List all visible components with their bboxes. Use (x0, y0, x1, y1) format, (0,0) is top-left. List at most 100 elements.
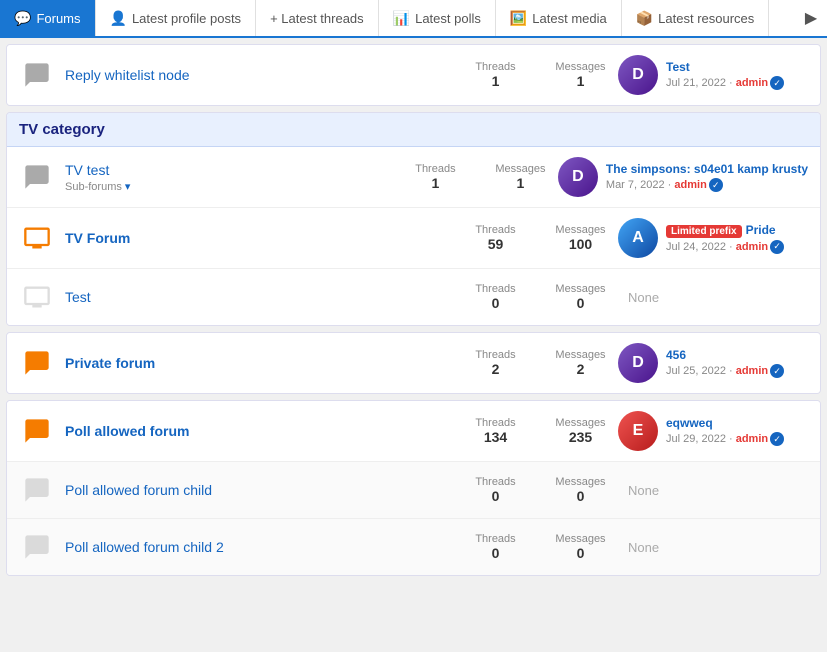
forum-latest-poll-child-2: None (608, 540, 808, 555)
media-icon: 🖼️ (510, 10, 527, 27)
latest-thread-title[interactable]: Test (666, 60, 808, 74)
messages-label: Messages (553, 476, 608, 488)
nav-latest-media-label: Latest media (532, 11, 606, 26)
forum-icon-poll (19, 413, 55, 449)
forum-title-poll-child[interactable]: Poll allowed forum child (65, 482, 458, 498)
forum-title-private[interactable]: Private forum (65, 355, 458, 371)
stat-threads-tv-forum: Threads 59 (468, 224, 523, 252)
forum-title-poll-child-2[interactable]: Poll allowed forum child 2 (65, 539, 458, 555)
forum-block-tv-category: TV category TV test Sub-forums ▾ Threads… (6, 112, 821, 326)
latest-meta: Jul 29, 2022 · admin✓ (666, 432, 808, 446)
forum-block-poll: Poll allowed forum Threads 134 Messages … (6, 400, 821, 576)
forum-block-reply-whitelist: Reply whitelist node Threads 1 Messages … (6, 44, 821, 106)
stat-threads-tv-test: Threads 1 (408, 163, 463, 191)
forum-info-tv-forum: TV Forum (55, 230, 468, 246)
latest-author[interactable]: admin (736, 77, 768, 89)
latest-thread-title[interactable]: eqwweq (666, 416, 808, 430)
forum-title[interactable]: Reply whitelist node (65, 67, 458, 83)
verified-badge: ✓ (709, 178, 723, 192)
verified-badge: ✓ (770, 364, 784, 378)
nav-forums[interactable]: 💬 Forums (0, 0, 96, 36)
latest-author[interactable]: admin (736, 365, 768, 377)
threads-value: 59 (468, 236, 523, 252)
forum-row-tv-test: TV test Sub-forums ▾ Threads 1 Messages … (7, 147, 820, 208)
latest-meta: Jul 24, 2022 · admin✓ (666, 240, 808, 254)
threads-value: 1 (408, 175, 463, 191)
stat-messages-tv-forum: Messages 100 (553, 224, 608, 252)
nav-latest-media[interactable]: 🖼️ Latest media (496, 0, 622, 36)
forum-stats-poll: Threads 134 Messages 235 (468, 417, 608, 445)
stat-threads-poll-child-2: Threads 0 (468, 533, 523, 561)
latest-author[interactable]: admin (674, 179, 706, 191)
avatar: D (558, 157, 598, 197)
stat-messages-poll: Messages 235 (553, 417, 608, 445)
forum-title-test[interactable]: Test (65, 289, 458, 305)
nav-profile-posts[interactable]: 👤 Latest profile posts (96, 0, 257, 36)
stat-threads-poll-child: Threads 0 (468, 476, 523, 504)
threads-value: 2 (468, 361, 523, 377)
forum-info-private: Private forum (55, 355, 468, 371)
forum-stats-poll-child: Threads 0 Messages 0 (468, 476, 608, 504)
forum-latest: D Test Jul 21, 2022 · admin✓ (608, 55, 808, 95)
nav-latest-resources[interactable]: 📦 Latest resources (622, 0, 770, 36)
nav-latest-polls[interactable]: 📊 Latest polls (379, 0, 496, 36)
forum-icon-tv-forum (19, 220, 55, 256)
forum-stats-tv-test: Threads 1 Messages 1 (408, 163, 548, 191)
threads-label: Threads (408, 163, 463, 175)
forum-row-poll-child-2: Poll allowed forum child 2 Threads 0 Mes… (7, 519, 820, 575)
forum-title-tv-test[interactable]: TV test (65, 162, 398, 178)
messages-label: Messages (493, 163, 548, 175)
messages-value: 235 (553, 429, 608, 445)
stat-threads-test: Threads 0 (468, 283, 523, 311)
no-latest: None (618, 540, 659, 555)
threads-label: Threads (468, 61, 523, 73)
forum-icon-chat (19, 57, 55, 93)
latest-author[interactable]: admin (736, 433, 768, 445)
latest-thread-title[interactable]: The simpsons: s04e01 kamp krusty (606, 162, 808, 176)
messages-value: 0 (553, 545, 608, 561)
nav-more-button[interactable]: ▶ (795, 0, 827, 36)
navbar: 💬 Forums 👤 Latest profile posts + Latest… (0, 0, 827, 38)
threads-value: 134 (468, 429, 523, 445)
latest-meta: Jul 21, 2022 · admin✓ (666, 76, 808, 90)
forum-stats-test: Threads 0 Messages 0 (468, 283, 608, 311)
nav-profile-label: Latest profile posts (132, 11, 241, 26)
avatar: E (618, 411, 658, 451)
stat-threads-private: Threads 2 (468, 349, 523, 377)
sub-forums-link[interactable]: ▾ (125, 181, 131, 193)
latest-info: 456 Jul 25, 2022 · admin✓ (666, 348, 808, 378)
latest-author[interactable]: admin (736, 240, 768, 252)
forums-icon: 💬 (14, 10, 31, 27)
stat-messages-poll-child: Messages 0 (553, 476, 608, 504)
forum-title-poll[interactable]: Poll allowed forum (65, 423, 458, 439)
threads-label: Threads (468, 283, 523, 295)
forum-info-test: Test (55, 289, 468, 305)
forum-stats-tv-forum: Threads 59 Messages 100 (468, 224, 608, 252)
latest-thread-title[interactable]: Limited prefixPride (666, 223, 808, 238)
latest-thread-title[interactable]: 456 (666, 348, 808, 362)
latest-info: Test Jul 21, 2022 · admin✓ (666, 60, 808, 90)
forum-latest-private: D 456 Jul 25, 2022 · admin✓ (608, 343, 808, 383)
threads-label: Threads (468, 476, 523, 488)
forum-info-poll: Poll allowed forum (55, 423, 468, 439)
nav-latest-threads[interactable]: + Latest threads (256, 0, 379, 36)
messages-value: 1 (493, 175, 548, 191)
forum-latest-tv-test: D The simpsons: s04e01 kamp krusty Mar 7… (548, 157, 808, 197)
forum-icon-private (19, 345, 55, 381)
latest-info: eqwweq Jul 29, 2022 · admin✓ (666, 416, 808, 446)
forum-stats: Threads 1 Messages 1 (468, 61, 608, 89)
forum-latest-poll: E eqwweq Jul 29, 2022 · admin✓ (608, 411, 808, 451)
threads-value: 0 (468, 295, 523, 311)
forum-stats-poll-child-2: Threads 0 Messages 0 (468, 533, 608, 561)
forum-row-private: Private forum Threads 2 Messages 2 D 456… (7, 333, 820, 393)
no-latest: None (618, 290, 659, 305)
messages-value: 0 (553, 488, 608, 504)
messages-label: Messages (553, 533, 608, 545)
forum-icon-poll-child (19, 472, 55, 508)
forum-row-poll-child: Poll allowed forum child Threads 0 Messa… (7, 462, 820, 519)
forum-info-poll-child: Poll allowed forum child (55, 482, 468, 498)
forum-title-tv-forum[interactable]: TV Forum (65, 230, 458, 246)
nav-latest-polls-label: Latest polls (415, 11, 481, 26)
nav-latest-threads-label: + Latest threads (270, 11, 364, 26)
messages-label: Messages (553, 61, 608, 73)
